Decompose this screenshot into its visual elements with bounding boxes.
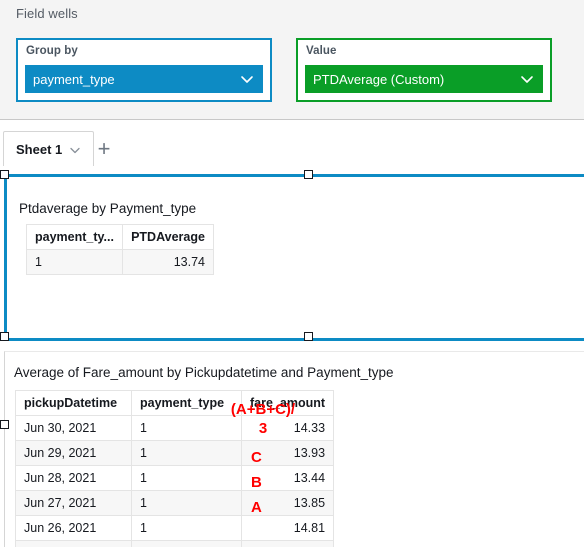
cell-payment-type: 1: [131, 515, 242, 541]
annotation-formula-line2: 3: [258, 420, 268, 437]
table-row: Jun 29, 2021 1 13.93: [15, 440, 335, 466]
cell-payment-type: [131, 540, 242, 547]
chevron-down-icon[interactable]: [68, 143, 82, 157]
dashboard-canvas: Ptdaverage by Payment_type payment_ty...…: [0, 166, 584, 547]
chevron-down-icon[interactable]: [519, 71, 535, 87]
visual-title: Ptdaverage by Payment_type: [19, 201, 197, 216]
cell-pickupdatetime: Jun 26, 2021: [15, 515, 132, 541]
annotation-formula-line1: (A+B+C)/: [230, 401, 296, 418]
visual-ptdaverage-by-payment-type[interactable]: Ptdaverage by Payment_type payment_ty...…: [4, 174, 584, 341]
visual-average-fare-amount[interactable]: Average of Fare_amount by Pickupdatetime…: [4, 351, 584, 547]
table-row: [15, 540, 335, 547]
cell-fare-amount: [240, 540, 335, 547]
field-pill-value-text: PTDAverage (Custom): [313, 71, 445, 87]
annotation-mark-a: A: [251, 499, 262, 516]
annotation-mark-b: B: [251, 474, 262, 491]
cell-payment-type: 1: [26, 249, 123, 275]
annotation-formula: (A+B+C)/ 3: [215, 400, 311, 438]
visual-title: Average of Fare_amount by Pickupdatetime…: [14, 365, 394, 380]
cell-payment-type: 1: [131, 465, 242, 491]
cell-pickupdatetime: Jun 30, 2021: [15, 415, 132, 441]
column-header-payment-type[interactable]: payment_ty...: [26, 224, 123, 250]
field-wells-panel: Field wells Group by payment_type Value …: [0, 0, 584, 119]
cell-pickupdatetime: Jun 29, 2021: [15, 440, 132, 466]
chevron-down-icon[interactable]: [239, 71, 255, 87]
table-header-row: payment_ty... PTDAverage: [26, 224, 214, 250]
field-well-group-by-label: Group by: [26, 45, 78, 57]
field-well-value[interactable]: Value PTDAverage (Custom): [296, 38, 552, 102]
cell-pickupdatetime: [15, 540, 132, 547]
field-wells-title: Field wells: [16, 6, 78, 21]
column-header-ptdaverage[interactable]: PTDAverage: [122, 224, 214, 250]
table-row: Jun 28, 2021 1 13.44: [15, 465, 335, 491]
resize-handle-bottom-left[interactable]: [0, 332, 9, 341]
plus-icon: +: [97, 136, 111, 161]
sheet-tab-bar: Sheet 1 +: [0, 119, 584, 167]
cell-ptdaverage: 13.74: [122, 249, 214, 275]
resize-handle-bottom-middle[interactable]: [304, 332, 313, 341]
cell-fare-amount: 14.81: [240, 515, 335, 541]
tab-sheet-1[interactable]: Sheet 1: [3, 131, 95, 167]
table-row: Jun 27, 2021 1 13.85: [15, 490, 335, 516]
field-pill-ptdaverage[interactable]: PTDAverage (Custom): [305, 65, 543, 93]
cell-payment-type: 1: [131, 490, 242, 516]
resize-handle-middle-left[interactable]: [0, 420, 9, 429]
add-sheet-button[interactable]: +: [90, 136, 118, 162]
field-pill-payment-type[interactable]: payment_type: [25, 65, 263, 93]
annotation-mark-c: C: [251, 449, 262, 466]
cell-pickupdatetime: Jun 28, 2021: [15, 465, 132, 491]
table-row: 1 13.74: [26, 249, 214, 275]
resize-handle-top-middle[interactable]: [304, 170, 313, 179]
column-header-pickupdatetime[interactable]: pickupDatetime: [15, 390, 132, 416]
cell-payment-type: 1: [131, 440, 242, 466]
field-well-value-label: Value: [306, 45, 337, 57]
cell-pickupdatetime: Jun 27, 2021: [15, 490, 132, 516]
table-row: Jun 26, 2021 1 14.81: [15, 515, 335, 541]
field-pill-group-by-text: payment_type: [33, 71, 115, 87]
sheet-tab-label: Sheet 1: [16, 142, 63, 157]
resize-handle-top-left[interactable]: [0, 170, 9, 179]
field-well-group-by[interactable]: Group by payment_type: [16, 38, 272, 102]
table-ptdaverage: payment_ty... PTDAverage 1 13.74: [26, 224, 214, 275]
